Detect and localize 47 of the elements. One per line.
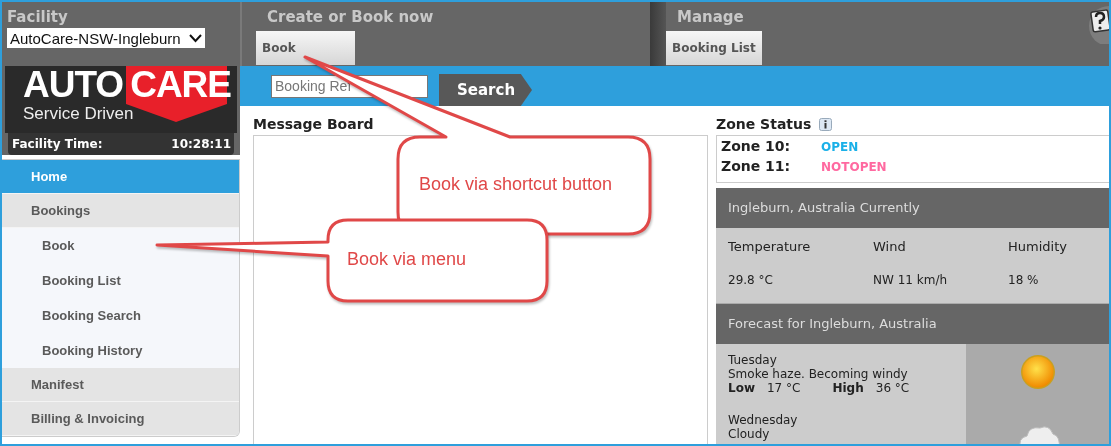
forecast-summary: Smoke haze. Becoming windy [728, 367, 909, 381]
low-label: Low [728, 381, 755, 395]
forecast-day: Tuesday [728, 353, 954, 367]
panel-title: Message Board [253, 116, 374, 132]
help-icon[interactable] [1087, 6, 1109, 44]
forecast-day: Wednesday [728, 413, 954, 427]
sidebar-subitem[interactable]: Booking List [2, 263, 239, 298]
search-button[interactable]: Search [439, 74, 532, 106]
sidebar-subitem[interactable]: Booking History [2, 333, 239, 368]
forecast-header: Forecast for Ingleburn, Australia [728, 316, 937, 331]
info-icon[interactable] [819, 117, 833, 131]
sidebar-item[interactable]: Manifest [2, 368, 239, 402]
facility-time: 10:28:11 [171, 137, 231, 151]
zone-label: Zone 11: [721, 158, 792, 174]
high-label: High [832, 381, 864, 395]
zone-status: NOTOPEN [821, 160, 887, 174]
facility-dropdown[interactable]: AutoCare-NSW-Ingleburn [7, 28, 205, 48]
weather-label: Humidity [1008, 239, 1068, 256]
toolbar-button[interactable]: Book [256, 31, 355, 65]
sun-icon [1019, 354, 1056, 390]
zone-label: Zone 10: [721, 138, 792, 154]
panel-title: Zone Status [716, 116, 812, 132]
weather-header: Ingleburn, Australia Currently [728, 200, 920, 215]
weather-value: NW 11 km/h [873, 273, 949, 287]
high-temperature: 36 °C [875, 381, 910, 395]
weather-label: Wind [873, 239, 907, 256]
sidebar-subitem[interactable]: Booking Search [2, 298, 239, 333]
toolbar-separator [650, 2, 666, 66]
low-temperature: 17 °C [767, 381, 801, 395]
section-title: Create or Book now [266, 7, 434, 28]
logo-text: AUTO [23, 66, 124, 104]
callout-text: Book via menu [347, 249, 467, 270]
sidebar-subitem[interactable]: Book [2, 228, 239, 263]
weather-value: 18 % [1008, 273, 1040, 287]
weather-value: 29.8 °C [728, 273, 774, 287]
section-title: Manage [676, 7, 744, 28]
sidebar-item[interactable]: Bookings [2, 194, 239, 228]
facility-time-label: Facility Time: [12, 137, 103, 151]
chevron-down-icon [189, 33, 202, 43]
forecast-summary: Cloudy [728, 427, 771, 441]
sidebar-item[interactable]: Billing & Invoicing [2, 402, 239, 436]
toolbar-button[interactable]: Booking List [666, 31, 762, 65]
weather-label: Temperature [728, 239, 812, 256]
zone-status: OPEN [821, 140, 859, 154]
logo-tagline: Service Driven [23, 104, 134, 124]
facility-label: Facility [7, 8, 69, 28]
callout-text: Book via shortcut button [419, 174, 613, 195]
